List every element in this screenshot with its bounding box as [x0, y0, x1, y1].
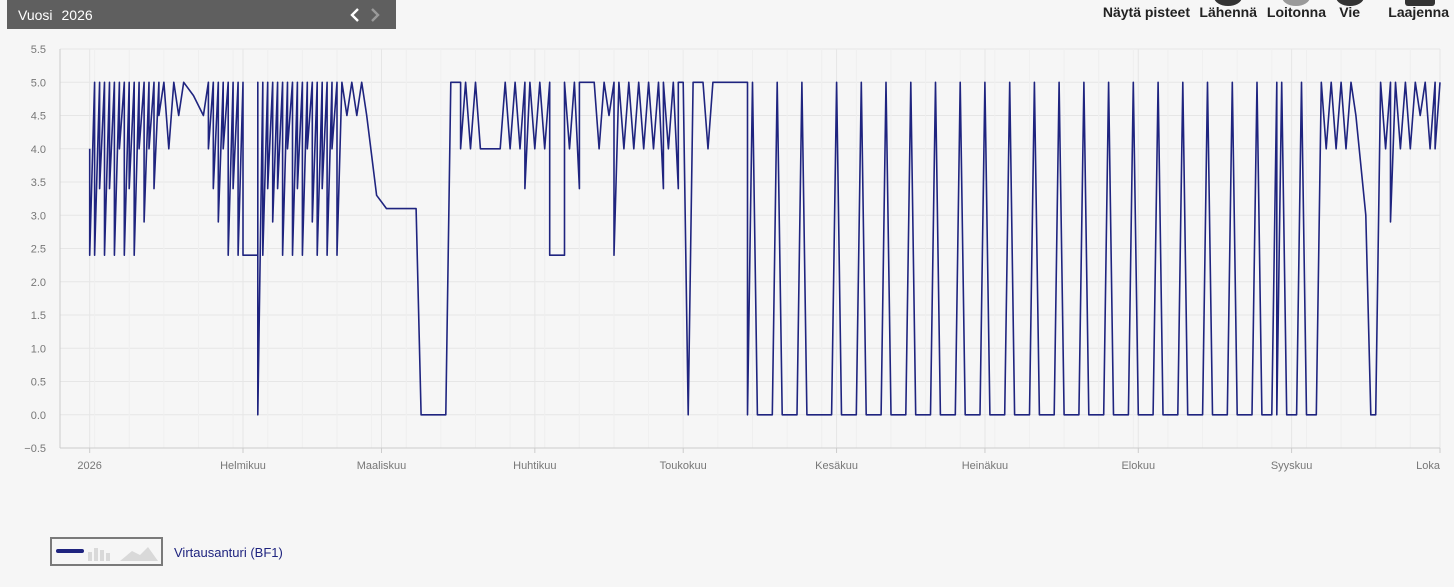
y-tick-label: 4.0 [31, 144, 46, 156]
show-points-button[interactable]: Näytä pisteet [1103, 4, 1190, 20]
x-tick-labels: 2026 Helmikuu Maaliskuu Huhtikuu Toukokuu Kes… [77, 460, 1440, 472]
period-year: 2026 [61, 6, 93, 23]
x-tick-label: Maaliskuu [357, 460, 407, 472]
y-tick-label: 0.5 [31, 377, 46, 389]
zoom-in-label: Lähennä [1199, 4, 1257, 20]
x-tick-label: Loka [1416, 460, 1441, 472]
expand-button[interactable]: Laajenna [1388, 0, 1449, 20]
x-tick-label: Elokuu [1121, 460, 1155, 472]
y-tick-label: 2.0 [31, 277, 46, 289]
legend-chart-type-selector[interactable] [50, 537, 163, 566]
chart-area[interactable]: 5.5 5.0 4.5 4.0 3.5 3.0 2.5 2.0 1.5 1.0 0.5 0.0 −0.5… [0, 30, 1454, 490]
x-tick-label: Huhtikuu [513, 460, 556, 472]
y-tick-label: 3.5 [31, 177, 46, 189]
y-tick-label: 1.0 [31, 343, 46, 355]
expand-label: Laajenna [1388, 4, 1449, 20]
expand-icon [1404, 0, 1435, 6]
x-tick-label: Helmikuu [220, 460, 266, 472]
area-type-icon [120, 547, 158, 561]
y-tick-label: 5.0 [31, 77, 46, 89]
y-tick-label: 0.0 [31, 410, 46, 422]
line-type-icon [56, 549, 84, 553]
zoom-out-button[interactable]: Loitonna [1266, 0, 1326, 20]
y-tick-label: 3.0 [31, 210, 46, 222]
chevron-left-icon[interactable] [346, 0, 364, 29]
zoom-in-button[interactable]: Lähennä [1199, 0, 1257, 20]
export-label: Vie [1339, 4, 1360, 20]
line-chart[interactable]: 5.5 5.0 4.5 4.0 3.5 3.0 2.5 2.0 1.5 1.0 0.5 0.0 −0.5… [0, 30, 1454, 490]
y-tick-label: 1.5 [31, 310, 46, 322]
x-tick-label: Kesäkuu [815, 460, 858, 472]
period-bar: Vuosi 2026 [7, 0, 396, 29]
y-tick-label: −0.5 [24, 443, 46, 455]
y-tick-labels: 5.5 5.0 4.5 4.0 3.5 3.0 2.5 2.0 1.5 1.0 0.5 0.0 −0.5 [24, 44, 46, 455]
y-tick-label: 4.5 [31, 111, 46, 123]
x-tick-label: 2026 [77, 460, 101, 472]
x-tick-label: Toukokuu [660, 460, 707, 472]
legend-series-label[interactable]: Virtausanturi (BF1) [174, 545, 283, 560]
chevron-right-icon[interactable] [366, 0, 384, 29]
y-tick-label: 5.5 [31, 44, 46, 56]
zoom-out-label: Loitonna [1266, 4, 1326, 20]
x-tick-label: Heinäkuu [962, 460, 1008, 472]
export-button[interactable]: Vie [1335, 0, 1364, 20]
x-tick-label: Syyskuu [1271, 460, 1313, 472]
period-label: Vuosi [18, 6, 53, 23]
bar-type-icon [88, 548, 110, 561]
y-tick-label: 2.5 [31, 244, 46, 256]
